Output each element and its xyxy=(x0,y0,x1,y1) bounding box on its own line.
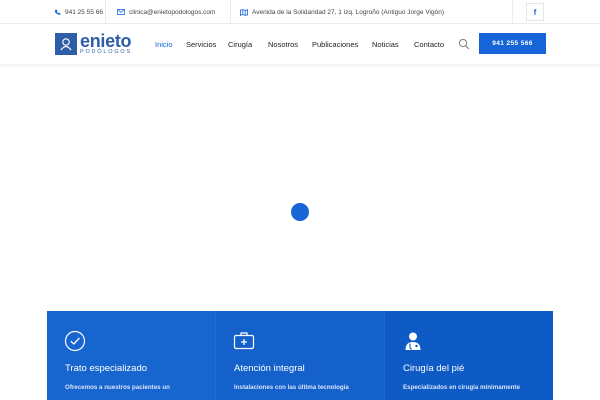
nav-item-cirugia[interactable]: Cirugía xyxy=(228,24,252,64)
call-button[interactable]: 941 255 566 xyxy=(479,33,546,54)
nav-item-servicios[interactable]: Servicios xyxy=(186,24,216,64)
envelope-icon xyxy=(117,9,125,15)
topbar-address-text: Avenida de la Solidaridad 27, 1 izq. Log… xyxy=(252,8,445,16)
search-icon[interactable] xyxy=(458,38,470,50)
feature-text: Ofrecemos a nuestros pacientes un xyxy=(65,384,170,391)
nav-item-publicaciones[interactable]: Publicaciones xyxy=(312,24,358,64)
logo[interactable]: enieto PODÓLOGOS xyxy=(55,31,132,57)
topbar-email[interactable]: clinica@enietopodologos.com xyxy=(117,0,215,24)
topbar-email-text: clinica@enietopodologos.com xyxy=(129,8,216,16)
loading-spinner xyxy=(291,203,309,221)
topbar-address[interactable]: Avenida de la Solidaridad 27, 1 izq. Log… xyxy=(240,0,444,24)
feature-atencion-integral: Atención integral Instalaciones con las … xyxy=(215,311,384,400)
nav-item-noticias[interactable]: Noticias xyxy=(372,24,399,64)
topbar-divider xyxy=(230,0,231,24)
feature-title: Atención integral xyxy=(234,363,305,374)
feature-text: Especializados en cirugía mínimamente xyxy=(403,384,520,391)
feature-title: Cirugía del pié xyxy=(403,363,465,374)
feature-title: Trato especializado xyxy=(65,363,148,374)
map-icon xyxy=(240,8,248,16)
nav-item-contacto[interactable]: Contacto xyxy=(414,24,444,64)
topbar-phone-text: 941 25 55 66 xyxy=(65,8,103,16)
facebook-icon[interactable]: f xyxy=(526,3,544,21)
top-bar: 941 25 55 66 clinica@enietopodologos.com… xyxy=(0,0,600,24)
site-header: enieto PODÓLOGOS Inicio Servicios Cirugí… xyxy=(0,24,600,64)
doctor-icon xyxy=(405,332,421,350)
phone-icon xyxy=(54,9,61,15)
feature-text: Instalaciones con las última tecnología xyxy=(234,384,349,391)
topbar-divider xyxy=(512,0,513,24)
check-circle-icon xyxy=(64,330,86,352)
nav-item-nosotros[interactable]: Nosotros xyxy=(268,24,298,64)
logo-name: enieto xyxy=(80,30,132,51)
features-section: Trato especializado Ofrecemos a nuestros… xyxy=(47,311,553,400)
logo-subtitle: PODÓLOGOS xyxy=(80,48,132,55)
first-aid-kit-icon xyxy=(233,332,255,350)
topbar-divider xyxy=(105,0,106,24)
feature-cirugia-del-pie: Cirugía del pié Especializados en cirugí… xyxy=(384,311,553,400)
logo-mark-icon xyxy=(55,33,77,55)
feature-trato-especializado: Trato especializado Ofrecemos a nuestros… xyxy=(47,311,215,400)
topbar-phone[interactable]: 941 25 55 66 xyxy=(54,0,103,24)
nav-item-inicio[interactable]: Inicio xyxy=(155,24,173,64)
